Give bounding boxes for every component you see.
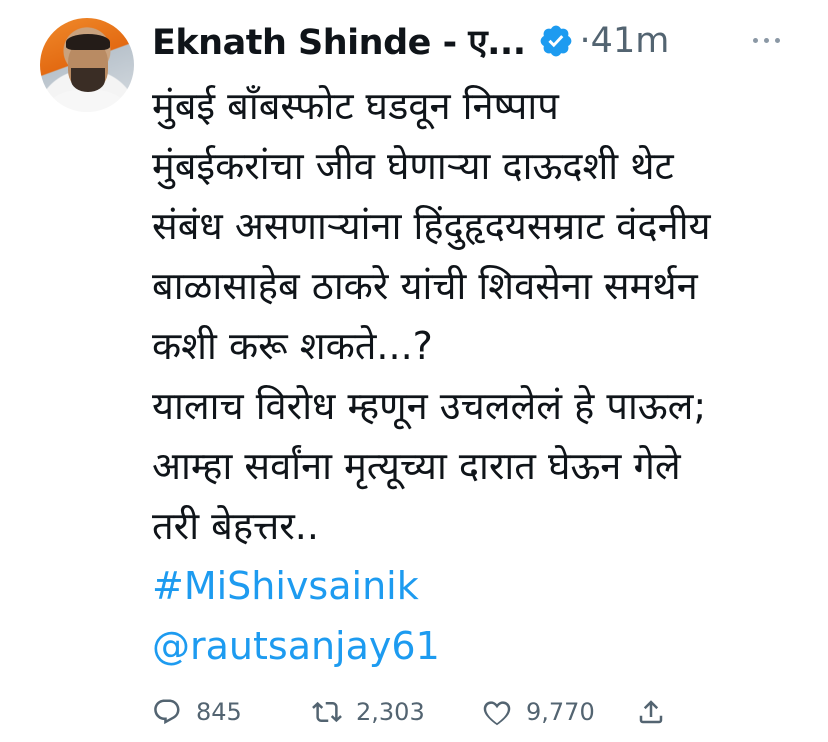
avatar-hair [66,34,110,50]
tweet-header: Eknath Shinde - ए... ·41m [152,16,802,66]
like-count: 9,770 [526,698,595,726]
author-name[interactable]: Eknath Shinde - ए... [152,18,526,65]
tweet-text-line: आम्हा सर्वांना मृत्यूच्या दारात घेऊन गेल… [152,444,681,488]
hashtag-link[interactable]: #MiShivsainik [152,556,812,616]
avatar-beard [71,68,105,92]
avatar[interactable] [40,18,134,112]
share-button[interactable] [636,690,666,734]
reply-button[interactable]: 845 [152,690,242,734]
avatar-shirt [50,90,124,112]
like-button[interactable]: 9,770 [482,690,595,734]
tweet-text-line: बाळासाहेब ठाकरे यांची शिवसेना समर्थन [152,264,698,308]
time-separator: · [579,21,591,61]
retweet-icon [312,701,342,723]
tweet-timestamp[interactable]: ·41m [580,21,670,61]
tweet-text-line: संबंध असणाऱ्यांना हिंदुहृदयसम्राट वंदनीय [152,204,711,248]
reply-count: 845 [196,698,242,726]
share-icon [639,700,663,724]
retweet-button[interactable]: 2,303 [312,690,425,734]
tweet-actions: 845 2,303 9,770 [152,690,712,734]
mention-link[interactable]: @rautsanjay61 [152,616,812,676]
time-value: 41m [590,21,670,61]
tweet-card[interactable]: Eknath Shinde - ए... ·41m मुंबई बाँबस्फो… [0,0,828,742]
tweet-text-line: मुंबईकरांचा जीव घेणाऱ्या दाऊदशी थेट [152,144,674,188]
tweet-text-line: कशी करू शकते...? [152,324,433,368]
tweet-text-line: यालाच विरोध म्हणून उचललेलं हे पाऊल; [152,384,707,428]
verified-badge-icon [540,25,571,57]
like-icon [483,701,511,726]
tweet-text-line: मुंबई बाँबस्फोट घडवून निष्पाप [152,84,559,128]
more-icon[interactable] [746,20,786,60]
tweet-text: मुंबई बाँबस्फोट घडवून निष्पाप मुंबईकरांच… [152,76,812,676]
tweet-text-line: तरी बेहत्तर.. [152,504,319,548]
retweet-count: 2,303 [356,698,425,726]
reply-icon [154,699,180,725]
